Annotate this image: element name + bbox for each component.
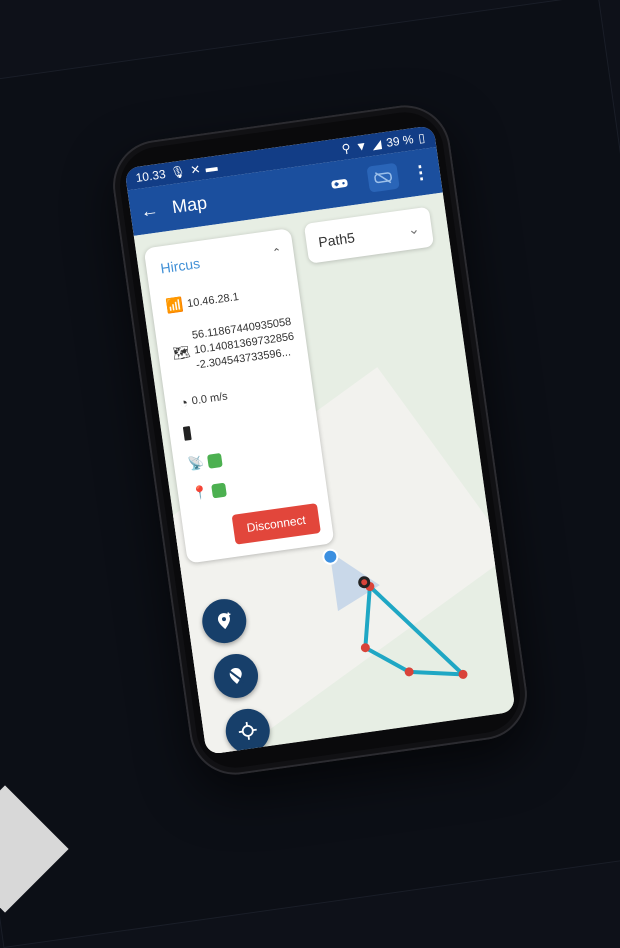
battery-status-icon xyxy=(182,425,192,441)
phone-screen: 10.33 🎙︎ ✕ ▬ ⚲ ▼ ◢ 39 % ▯ ← Map ⋮ Path5 … xyxy=(124,125,516,755)
map-icon: 🗺 xyxy=(171,343,192,362)
signal-icon: ◢ xyxy=(371,136,383,152)
crosshair-icon xyxy=(238,721,257,740)
speedometer-icon: ◔ xyxy=(178,394,190,412)
gamepad-off-button[interactable] xyxy=(366,162,400,193)
chevron-down-icon: ⌄ xyxy=(406,219,421,238)
robot-speed: 0.0 m/s xyxy=(191,390,229,408)
add-location-icon xyxy=(217,612,231,630)
chevron-up-icon[interactable]: ⌃ xyxy=(271,245,283,259)
more-vert-icon[interactable]: ⋮ xyxy=(410,161,431,184)
robot-name: Hircus xyxy=(159,255,201,277)
cast-icon: ▬ xyxy=(204,159,219,176)
gamepad-button[interactable] xyxy=(323,169,356,199)
page-title: Map xyxy=(170,192,209,217)
location-off-icon xyxy=(227,667,245,684)
wifi-icon: ▼ xyxy=(354,138,369,155)
gps-status-indicator xyxy=(211,482,228,499)
router-icon: 📶 xyxy=(164,295,185,315)
location-icon: ⚲ xyxy=(340,140,352,157)
robot-ip: 10.46.28.1 xyxy=(186,290,240,310)
user-location-dot xyxy=(322,548,339,565)
back-arrow-icon[interactable]: ← xyxy=(139,199,160,222)
battery-icon: ▯ xyxy=(417,130,426,146)
mic-icon: 🎙︎ xyxy=(169,164,187,181)
gamepad-icon xyxy=(331,179,348,189)
connection-icon: ✕ xyxy=(189,162,202,178)
map-view[interactable]: Path5 ⌄ Hircus ⌃ 📶 10.46.28.1 🗺 56.11867… xyxy=(124,192,516,755)
gamepad-off-icon xyxy=(374,172,392,184)
battery-level: 39 % xyxy=(385,132,415,150)
path-dropdown-value: Path5 xyxy=(317,229,356,251)
robot-coordinates: 56.11867440935058 10.14081369732856 -2.3… xyxy=(191,315,297,374)
disconnect-button[interactable]: Disconnect xyxy=(231,503,321,545)
signal-status-indicator xyxy=(207,452,223,469)
signal-status-icon: 📡 xyxy=(187,454,206,472)
status-time: 10.33 xyxy=(134,166,167,186)
gps-status-icon: 📍 xyxy=(191,484,210,502)
